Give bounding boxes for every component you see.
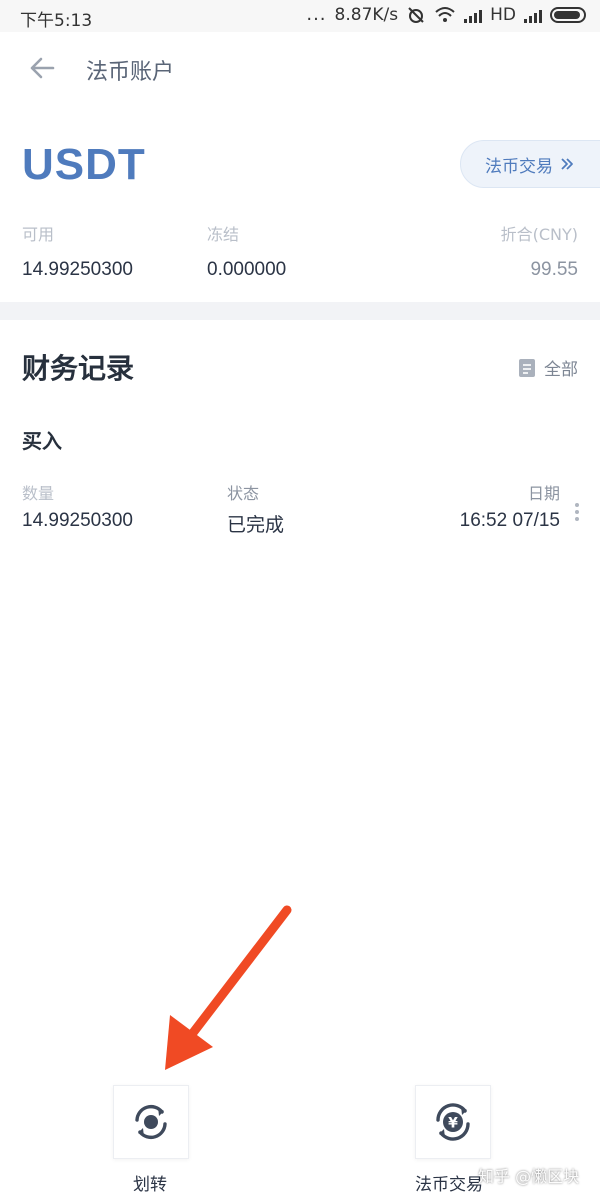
record-qty-label: 数量	[22, 484, 55, 503]
record-qty-value: 14.99250300	[22, 510, 133, 531]
watermark: 知乎 @懒区块	[478, 1167, 580, 1186]
wifi-icon	[435, 7, 455, 22]
network-type: HD	[490, 5, 516, 25]
transfer-button[interactable]	[113, 1085, 189, 1159]
frozen-label: 冻结	[207, 225, 240, 244]
all-records-label: 全部	[544, 360, 578, 380]
status-time: 下午5:13	[20, 11, 93, 31]
fiat-trade-button-label: 法币交易	[485, 156, 553, 177]
more-options-icon[interactable]	[570, 500, 584, 530]
page-title: 法币账户	[86, 60, 175, 85]
cny-value: 99.55	[530, 259, 578, 280]
status-icons: ... 8.87K/s HD	[306, 5, 586, 25]
records-title: 财务记录	[22, 352, 135, 385]
available-value: 14.99250300	[22, 259, 133, 280]
status-bar: 下午5:13 ... 8.87K/s HD	[0, 0, 600, 32]
all-records-filter[interactable]: 全部	[518, 355, 578, 380]
currency-exchange-icon: ¥	[436, 1103, 470, 1141]
signal-icon	[464, 7, 483, 23]
record-status-value: 已完成	[227, 515, 285, 536]
fiat-trade-action-label: 法币交易	[415, 1175, 483, 1195]
status-dots: ...	[306, 4, 327, 25]
battery-icon	[550, 7, 586, 23]
record-type: 买入	[22, 429, 62, 453]
document-icon	[519, 358, 535, 377]
signal-icon-2	[524, 7, 542, 23]
cny-label: 折合(CNY)	[500, 225, 578, 244]
transfer-label: 划转	[133, 1175, 167, 1195]
alarm-off-icon	[408, 7, 424, 23]
frozen-value: 0.000000	[207, 259, 287, 280]
section-divider	[0, 302, 600, 320]
transfer-icon	[135, 1104, 167, 1140]
record-date-label: 日期	[527, 484, 560, 503]
network-speed: 8.87K/s	[334, 5, 399, 25]
record-status-label: 状态	[227, 484, 260, 503]
record-date-value: 16:52 07/15	[459, 510, 560, 531]
back-arrow-icon[interactable]	[26, 52, 58, 84]
currency-name: USDT	[22, 140, 146, 189]
fiat-trade-action-button[interactable]: ¥	[415, 1085, 491, 1159]
svg-text:¥: ¥	[448, 1116, 458, 1132]
fiat-trade-button[interactable]: 法币交易	[460, 140, 600, 188]
double-chevron-right-icon	[561, 158, 573, 170]
available-label: 可用	[22, 225, 55, 244]
nav-bar: 法币账户	[0, 32, 600, 106]
